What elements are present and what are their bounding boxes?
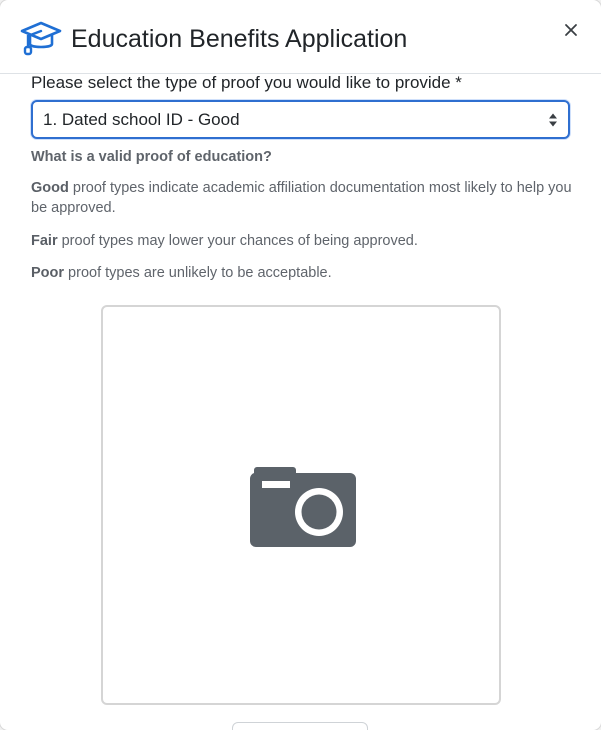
proof-type-selected-value: 1. Dated school ID - Good (43, 110, 240, 129)
photo-upload-area[interactable] (101, 305, 501, 705)
bottom-action-button[interactable] (232, 722, 368, 730)
help-good-description: proof types indicate academic affiliatio… (31, 180, 572, 216)
help-poor-description: proof types are unlikely to be acceptabl… (64, 265, 332, 281)
help-fair-text: Fair proof types may lower your chances … (31, 231, 418, 251)
proof-type-select[interactable]: 1. Dated school ID - Good (31, 100, 570, 139)
sort-arrows-icon (548, 112, 558, 128)
help-fair-label: Fair (31, 233, 58, 249)
close-button[interactable] (559, 18, 583, 42)
help-poor-text: Poor proof types are unlikely to be acce… (31, 263, 332, 283)
modal-header: Education Benefits Application (0, 0, 601, 74)
help-heading: What is a valid proof of education? (31, 149, 272, 165)
camera-icon (249, 465, 357, 547)
education-benefits-modal: Education Benefits Application Please se… (0, 0, 601, 730)
graduation-cap-icon (19, 20, 63, 56)
help-poor-label: Poor (31, 265, 65, 281)
modal-title: Education Benefits Application (71, 25, 408, 53)
help-good-text: Good proof types indicate academic affil… (31, 178, 576, 218)
proof-type-label: Please select the type of proof you woul… (31, 73, 462, 92)
help-fair-description: proof types may lower your chances of be… (57, 233, 418, 249)
help-good-label: Good (31, 180, 69, 196)
close-icon (565, 24, 577, 36)
